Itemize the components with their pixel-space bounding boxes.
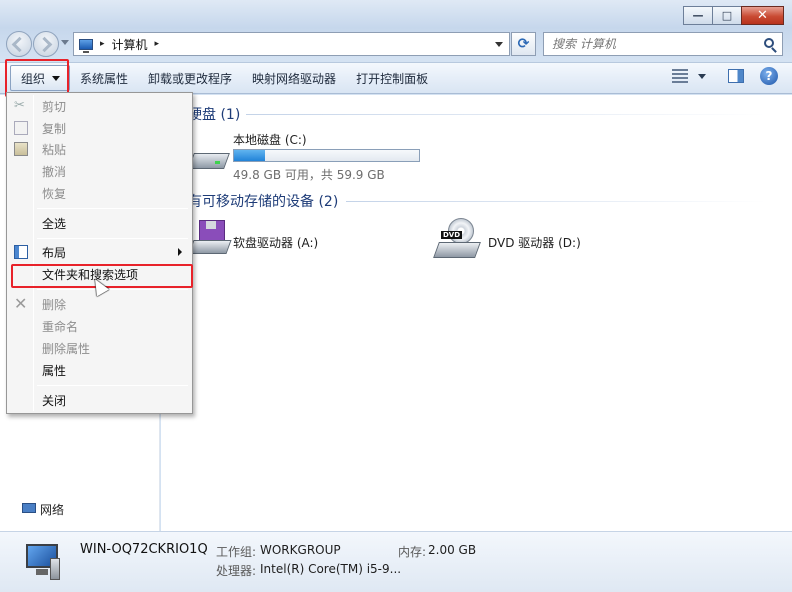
computer-name: WIN-OQ72CKRIO1Q — [80, 542, 208, 557]
forward-arrow-icon — [36, 36, 53, 53]
floppy-drive-icon — [188, 220, 232, 260]
menu-item-label: 复制 — [42, 121, 67, 136]
layout-icon — [14, 245, 28, 259]
command-bar: 组织 系统属性 卸载或更改程序 映射网络驱动器 打开控制面板 ? — [0, 62, 792, 94]
menu-item-label: 布局 — [42, 245, 67, 260]
search-input[interactable] — [552, 36, 752, 52]
menu-item-redo[interactable]: 恢复 — [9, 182, 190, 204]
submenu-arrow-icon — [178, 248, 182, 256]
drive-c-name: 本地磁盘 (C:) — [233, 133, 307, 147]
details-pane: WIN-OQ72CKRIO1Q 工作组: WORKGROUP 内存: 2.00 … — [0, 531, 792, 592]
drive-c-usage-fill — [234, 150, 266, 161]
group-divider — [346, 201, 766, 202]
help-icon[interactable]: ? — [760, 67, 778, 85]
close-icon: ✕ — [757, 8, 768, 23]
content-area: 硬盘 (1) 本地磁盘 (C:) 49.8 GB 可用，共 59.9 GB 有可… — [161, 95, 792, 531]
workgroup-label: 工作组: — [216, 545, 257, 559]
window-controls: — □ ✕ — [683, 6, 784, 25]
group-header-hard-disks[interactable]: 硬盘 (1) — [188, 104, 240, 124]
workgroup-value: WORKGROUP — [260, 543, 341, 557]
menu-separator — [37, 238, 188, 239]
breadcrumb-separator-icon[interactable]: ▸ — [155, 39, 160, 49]
memory-value: 2.00 GB — [428, 543, 477, 557]
system-properties-button[interactable]: 系统属性 — [70, 65, 138, 91]
forward-button[interactable] — [33, 31, 59, 57]
breadcrumb-separator-icon[interactable]: ▸ — [100, 39, 105, 49]
drive-c-free-space: 49.8 GB 可用，共 59.9 GB — [233, 168, 385, 182]
menu-item-copy[interactable]: 复制 — [9, 117, 190, 139]
explorer-window: — □ ✕ ▸ 计算机 ▸ ⟳ 组织 系统属性 卸载或更改程序 映射网络驱动器 … — [0, 0, 792, 592]
dvd-drive-icon: DVD — [433, 218, 482, 262]
open-control-panel-button[interactable]: 打开控制面板 — [346, 65, 438, 91]
menu-item-label: 删除 — [42, 297, 67, 312]
menu-item-delete[interactable]: ✕ 删除 — [9, 293, 190, 315]
menu-separator — [37, 289, 188, 290]
dvd-badge: DVD — [441, 231, 463, 239]
copy-icon — [14, 121, 28, 135]
menu-item-label: 撤消 — [42, 164, 67, 179]
breadcrumb-computer[interactable]: 计算机 — [112, 36, 148, 53]
map-network-drive-button[interactable]: 映射网络驱动器 — [242, 65, 346, 91]
menu-item-label: 恢复 — [42, 186, 67, 201]
menu-item-label: 全选 — [42, 216, 67, 231]
menu-item-label: 关闭 — [42, 393, 67, 408]
recent-pages-dropdown-icon[interactable] — [61, 40, 69, 45]
delete-icon: ✕ — [14, 294, 28, 313]
network-icon — [22, 503, 36, 513]
address-row: ▸ 计算机 ▸ ⟳ — [0, 28, 792, 58]
group-divider — [246, 114, 766, 115]
menu-item-label: 粘贴 — [42, 142, 67, 157]
refresh-button[interactable]: ⟳ — [511, 32, 536, 56]
floppy-drive-name: 软盘驱动器 (A:) — [233, 236, 319, 250]
back-arrow-icon — [11, 36, 28, 53]
minimize-button[interactable]: — — [683, 6, 713, 25]
refresh-icon: ⟳ — [517, 36, 530, 52]
computer-icon — [22, 542, 64, 582]
maximize-button[interactable]: □ — [712, 6, 742, 25]
group-header-removable-storage[interactable]: 有可移动存储的设备 (2) — [188, 191, 338, 211]
memory-label: 内存: — [398, 545, 427, 559]
menu-item-select-all[interactable]: 全选 — [9, 212, 190, 234]
minimize-icon: — — [692, 9, 704, 22]
computer-icon — [79, 38, 93, 53]
uninstall-program-button[interactable]: 卸载或更改程序 — [138, 65, 242, 91]
preview-pane-icon[interactable] — [728, 69, 744, 83]
menu-item-undo[interactable]: 撤消 — [9, 160, 190, 182]
menu-item-paste[interactable]: 粘贴 — [9, 138, 190, 160]
back-button[interactable] — [6, 31, 32, 57]
menu-separator — [37, 208, 188, 209]
search-box[interactable] — [543, 32, 783, 56]
address-bar[interactable]: ▸ 计算机 ▸ — [73, 32, 510, 56]
processor-value: Intel(R) Core(TM) i5-9... — [260, 562, 402, 576]
paste-icon — [14, 142, 28, 156]
maximize-icon: □ — [721, 9, 733, 22]
nav-item-network[interactable]: 网络 — [40, 501, 64, 518]
search-icon[interactable] — [764, 38, 774, 48]
menu-separator — [37, 385, 188, 386]
menu-item-label: 删除属性 — [42, 341, 91, 356]
menu-item-remove-properties[interactable]: 删除属性 — [9, 337, 190, 359]
drive-c-usage-bar — [233, 149, 420, 162]
menu-item-rename[interactable]: 重命名 — [9, 315, 190, 337]
change-view-icon[interactable] — [672, 69, 688, 83]
menu-item-layout[interactable]: 布局 — [9, 241, 190, 263]
menu-item-label: 重命名 — [42, 319, 79, 334]
dvd-drive-name: DVD 驱动器 (D:) — [488, 236, 581, 250]
views-dropdown-icon[interactable] — [698, 73, 706, 79]
hard-drive-icon — [188, 147, 230, 173]
processor-label: 处理器: — [216, 564, 257, 578]
scissors-icon: ✂ — [14, 98, 25, 113]
menu-item-properties[interactable]: 属性 — [9, 359, 190, 381]
menu-item-label: 剪切 — [42, 99, 67, 114]
close-button[interactable]: ✕ — [741, 6, 784, 25]
menu-item-label: 属性 — [42, 363, 67, 378]
menu-item-close[interactable]: 关闭 — [9, 389, 190, 411]
view-tools: ? — [672, 67, 778, 85]
organize-menu: ✂ 剪切 复制 粘贴 撤消 恢复 全选 布局 文件夹和搜索选项 ✕ 删除 重命名… — [6, 92, 193, 414]
address-history-dropdown-icon[interactable] — [495, 42, 503, 47]
menu-item-cut[interactable]: ✂ 剪切 — [9, 95, 190, 117]
